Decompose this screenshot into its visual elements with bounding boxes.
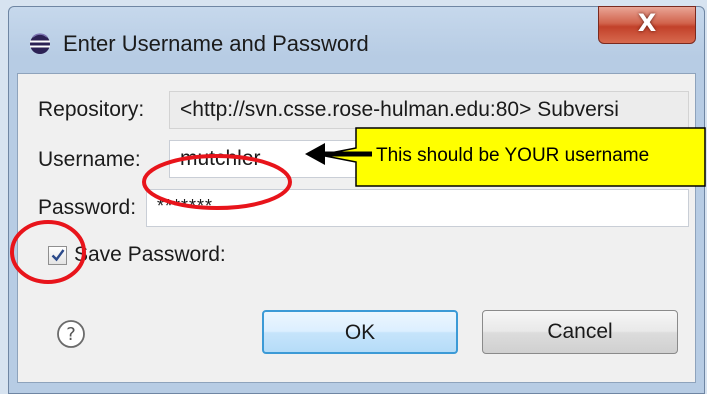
help-icon[interactable]: ?	[56, 319, 86, 349]
checkmark-icon	[51, 249, 65, 262]
repository-field: <http://svn.csse.rose-hulman.edu:80> Sub…	[169, 91, 689, 129]
dialog-body: Repository: <http://svn.csse.rose-hulman…	[17, 73, 696, 383]
cancel-button[interactable]: Cancel	[482, 310, 678, 354]
close-icon: X	[637, 9, 657, 37]
window-title: Enter Username and Password	[63, 31, 369, 56]
svg-text:?: ?	[66, 324, 76, 345]
save-password-label[interactable]: Save Password:	[74, 243, 226, 267]
callout-text: This should be YOUR username	[376, 145, 650, 166]
close-button[interactable]: X	[598, 6, 696, 44]
password-mask: *******	[157, 196, 214, 216]
eclipse-icon	[30, 33, 50, 54]
save-password-checkbox[interactable]	[48, 246, 67, 265]
ok-button[interactable]: OK	[262, 310, 458, 354]
username-label: Username:	[38, 148, 141, 171]
title-bar: Enter Username and Password X	[9, 6, 704, 73]
cancel-label: Cancel	[547, 320, 613, 343]
password-field[interactable]: *******	[146, 189, 689, 227]
ok-label: OK	[344, 321, 376, 344]
repository-value: <http://svn.csse.rose-hulman.edu:80> Sub…	[180, 98, 619, 121]
repository-label: Repository:	[38, 98, 145, 121]
dialog-window: Enter Username and Password X Repository…	[8, 6, 705, 394]
password-label: Password:	[38, 196, 137, 219]
